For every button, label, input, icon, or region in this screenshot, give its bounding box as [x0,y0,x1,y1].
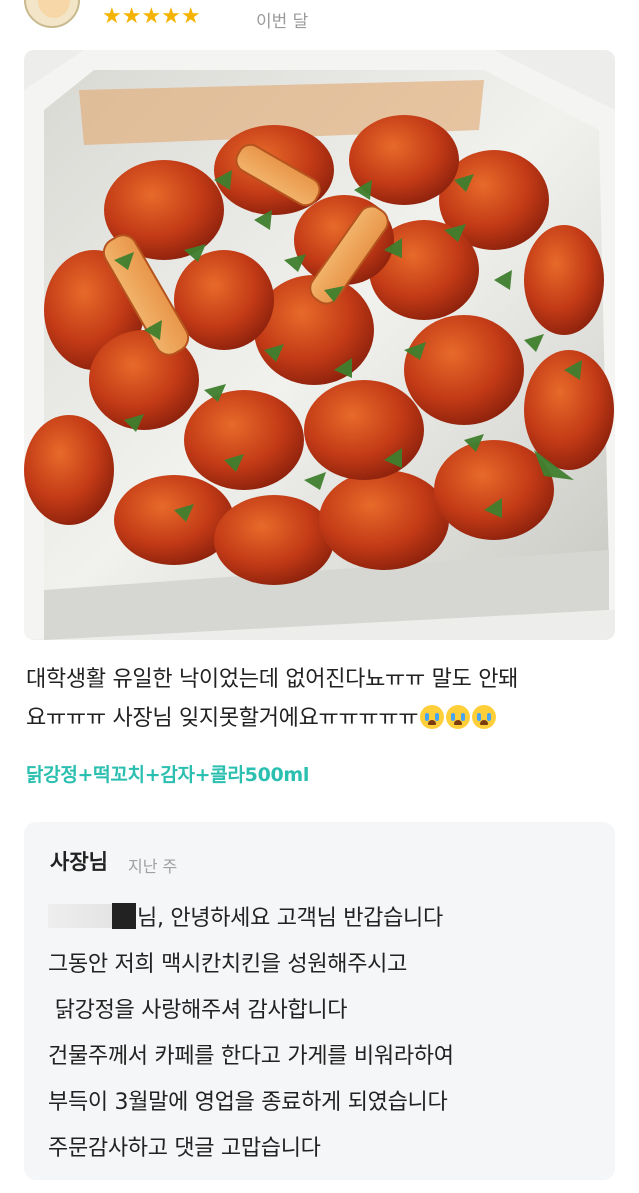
crying-face-icon [446,705,471,729]
reply-line: 건물주께서 카페를 한다고 가게를 비워라하여 [48,1044,454,1069]
review-text-line-2: 요ㅠㅠㅠ 사장님 잊지못할거에요ㅠㅠㅠㅠㅠ [26,706,419,731]
owner-reply-text: 님, 안녕하세요 고객님 반갑습니다 그동안 저희 맥시칸치킨을 성원해주시고 … [48,896,608,1172]
redacted-name-blur [48,904,112,928]
reply-line: 주문감사하고 댓글 고맙습니다 [48,1136,321,1161]
ordered-menu-tag[interactable]: 닭강정+떡꼬치+감자+콜라500ml [26,760,309,787]
reply-line: 님, 안녕하세요 고객님 반갑습니다 [48,896,608,942]
owner-name: 사장님 [50,850,108,874]
reply-line-text: 님, 안녕하세요 고객님 반갑습니다 [137,906,443,931]
review-text: 대학생활 유일한 낙이었는데 없어진다뇨ㅠㅠ 말도 안돼 요ㅠㅠㅠ 사장님 잊지… [26,660,616,738]
redacted-name-block [112,903,136,929]
owner-reply-date: 지난 주 [128,857,178,876]
review-header: ★★★★★ 이번 달 [24,0,614,32]
reply-line: 닭강정을 사랑해주셔 감사합니다 [48,998,348,1023]
star-rating: ★★★★★ [102,4,201,29]
user-avatar[interactable] [24,0,80,28]
review-text-line: 요ㅠㅠㅠ 사장님 잊지못할거에요ㅠㅠㅠㅠㅠ [26,699,616,738]
crying-face-icon [472,705,497,729]
reply-line: 부득이 3월말에 영업을 종료하게 되였습니다 [48,1090,448,1115]
review-photo[interactable] [24,50,615,640]
reply-line: 그동안 저희 맥시칸치킨을 성원해주시고 [48,952,408,977]
review-date: 이번 달 [256,12,309,32]
owner-reply-card: 사장님 지난 주 님, 안녕하세요 고객님 반갑습니다 그동안 저희 맥시칸치킨… [24,822,615,1180]
review-text-line: 대학생활 유일한 낙이었는데 없어진다뇨ㅠㅠ 말도 안돼 [26,667,519,692]
crying-face-icon [420,705,445,729]
avatar-face [38,0,70,18]
